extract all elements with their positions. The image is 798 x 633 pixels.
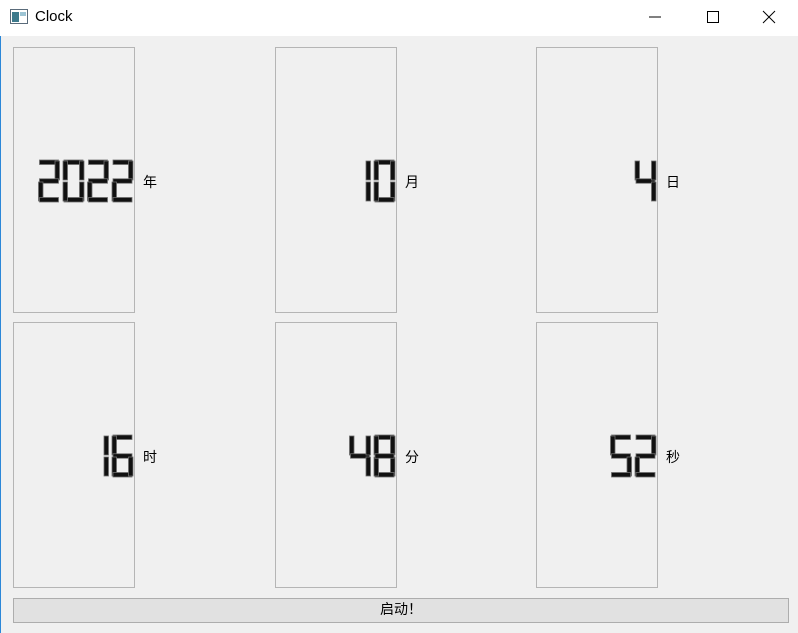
- second-display: [536, 322, 658, 588]
- second-digits: [610, 434, 657, 478]
- lcd-segment: [634, 160, 640, 181]
- app-icon: [10, 9, 28, 25]
- hour-display: [13, 322, 135, 588]
- lcd-segment: [365, 181, 371, 202]
- maximize-button[interactable]: [684, 0, 742, 34]
- lcd-segment: [88, 197, 108, 203]
- year-label: 年: [143, 175, 157, 191]
- lcd-segment: [610, 435, 616, 456]
- month-label: 月: [405, 175, 419, 191]
- hour-label: 时: [143, 450, 157, 466]
- lcd-segment: [373, 160, 379, 181]
- lcd-segment: [128, 456, 134, 477]
- lcd-segment: [651, 435, 657, 456]
- year-display: [13, 47, 135, 313]
- minute-display: [275, 322, 397, 588]
- lcd-segment: [54, 160, 60, 181]
- lcd-segment: [390, 160, 396, 181]
- day-display: [536, 47, 658, 313]
- lcd-segment: [62, 160, 68, 181]
- minute-digits: [349, 434, 396, 478]
- hour-digits: [103, 434, 134, 478]
- second-label: 秒: [666, 450, 680, 466]
- lcd-segment: [635, 472, 656, 478]
- lcd-segment: [128, 160, 134, 181]
- lcd-segment: [374, 453, 395, 459]
- window-title: Clock: [35, 8, 73, 25]
- lcd-segment: [103, 456, 109, 477]
- month-digits: [365, 159, 396, 203]
- window-border: [0, 36, 1, 633]
- lcd-segment: [111, 435, 117, 456]
- lcd-segment: [365, 456, 371, 477]
- close-icon: [762, 10, 776, 24]
- lcd-segment: [373, 435, 379, 456]
- day-digits: [634, 160, 657, 202]
- lcd-segment: [390, 435, 396, 456]
- month-display: [275, 47, 397, 313]
- lcd-segment: [349, 435, 355, 456]
- lcd-segment: [79, 160, 85, 181]
- lcd-segment: [611, 472, 631, 478]
- lcd-segment: [651, 181, 657, 202]
- close-button[interactable]: [740, 0, 798, 34]
- lcd-segment: [373, 181, 379, 202]
- lcd-segment: [103, 160, 109, 181]
- minute-label: 分: [405, 450, 419, 466]
- lcd-segment: [373, 456, 379, 477]
- day-label: 日: [666, 175, 680, 191]
- lcd-segment: [62, 181, 68, 202]
- minimize-button[interactable]: [626, 0, 684, 34]
- lcd-segment: [365, 435, 371, 456]
- lcd-segment: [365, 160, 371, 181]
- lcd-segment: [112, 197, 133, 203]
- year-digits: [38, 159, 134, 203]
- minimize-icon: [649, 16, 661, 18]
- lcd-segment: [39, 197, 59, 203]
- title-bar[interactable]: Clock: [0, 0, 798, 36]
- maximize-icon: [707, 11, 719, 23]
- start-button[interactable]: 启动！: [13, 598, 789, 623]
- lcd-segment: [651, 160, 657, 181]
- lcd-segment: [103, 435, 109, 456]
